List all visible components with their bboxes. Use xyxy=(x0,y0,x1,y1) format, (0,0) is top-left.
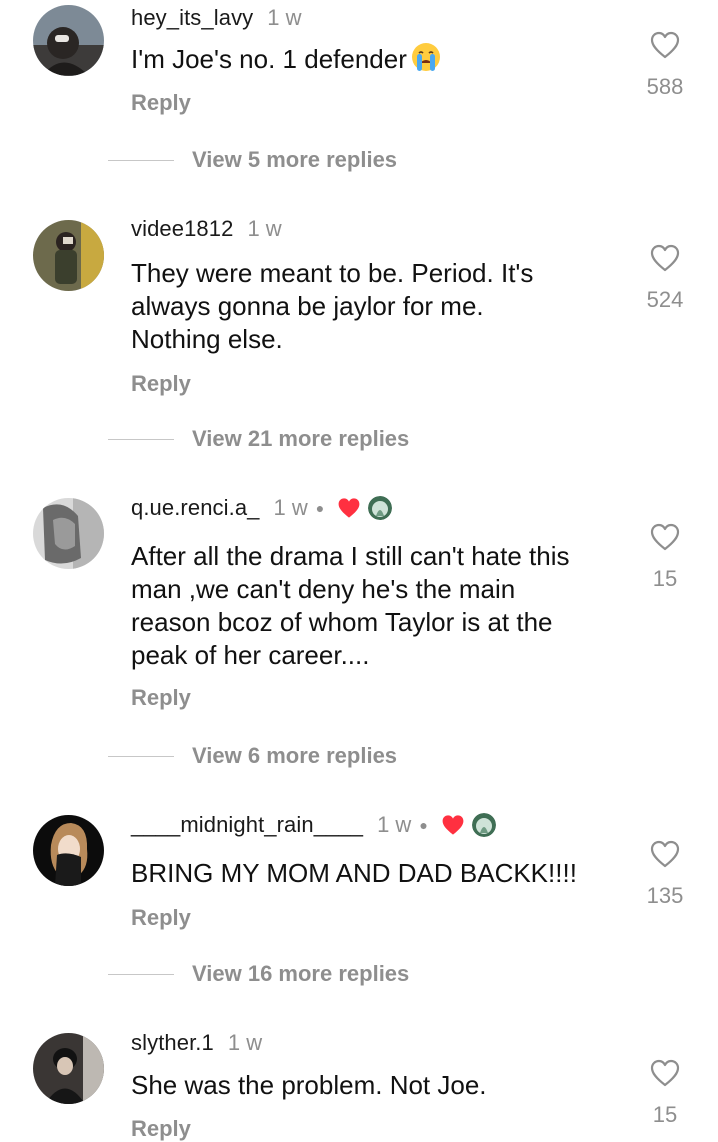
comment-text: After all the drama I still can't hate t… xyxy=(131,541,570,670)
avatar[interactable] xyxy=(33,498,104,569)
divider-line xyxy=(108,973,174,975)
like-count: 135 xyxy=(646,883,684,908)
heart-outline-icon[interactable] xyxy=(640,522,690,552)
comment-timestamp: 1 w xyxy=(227,1030,263,1055)
avatar[interactable] xyxy=(33,815,104,886)
creator-avatar xyxy=(368,496,393,520)
like-count: 15 xyxy=(652,566,678,591)
like-control: 15 xyxy=(640,1058,690,1128)
like-control: 588 xyxy=(640,30,690,100)
comment-text: I'm Joe's no. 1 defender xyxy=(131,42,611,80)
comment-timestamp: 1 w xyxy=(377,812,412,837)
separator-dot: ● xyxy=(315,500,325,516)
view-more-replies-label[interactable]: View 6 more replies xyxy=(192,743,397,769)
comment-text-content: I'm Joe's no. 1 defender xyxy=(131,44,407,74)
like-control: 15 xyxy=(640,522,690,592)
divider-line xyxy=(108,159,174,161)
heart-outline-icon[interactable] xyxy=(640,839,690,869)
comment-username[interactable]: hey_its_lavy xyxy=(131,5,253,31)
separator-dot: ● xyxy=(419,817,428,833)
comment-text: BRING MY MOM AND DAD BACKK!!!! xyxy=(131,858,577,888)
comment-text: They were meant to be. Period. It's alwa… xyxy=(131,258,534,354)
avatar[interactable] xyxy=(33,1033,104,1104)
divider-line xyxy=(108,755,174,757)
like-count: 524 xyxy=(646,287,684,312)
reply-button[interactable]: Reply xyxy=(131,685,191,711)
like-control: 135 xyxy=(640,839,690,909)
reply-button[interactable]: Reply xyxy=(131,371,191,397)
heart-filled-icon xyxy=(336,496,362,520)
comment-timestamp: 1 w xyxy=(267,5,302,30)
like-count: 15 xyxy=(652,1102,678,1127)
view-more-replies[interactable]: View 21 more replies xyxy=(108,424,409,454)
view-more-replies-label[interactable]: View 16 more replies xyxy=(192,961,409,987)
comment-text: She was the problem. Not Joe. xyxy=(131,1070,487,1100)
comment-timestamp: 1 w xyxy=(247,216,282,241)
view-more-replies[interactable]: View 16 more replies xyxy=(108,959,409,989)
comment-username[interactable]: q.ue.renci.a_ xyxy=(131,495,260,521)
heart-outline-icon[interactable] xyxy=(640,1058,690,1088)
heart-filled-icon xyxy=(440,813,466,837)
comment-username[interactable]: slyther.1 xyxy=(131,1030,214,1056)
reply-button[interactable]: Reply xyxy=(131,1116,191,1142)
avatar[interactable] xyxy=(33,5,104,76)
view-more-replies-label[interactable]: View 21 more replies xyxy=(192,426,409,452)
like-count: 588 xyxy=(646,74,684,99)
comment-username[interactable]: ____midnight_rain____ xyxy=(131,812,363,838)
reply-button[interactable]: Reply xyxy=(131,90,191,116)
like-control: 524 xyxy=(640,243,690,313)
comment-timestamp: 1 w xyxy=(273,495,308,520)
reply-button[interactable]: Reply xyxy=(131,905,191,931)
heart-outline-icon[interactable] xyxy=(640,243,690,273)
heart-outline-icon[interactable] xyxy=(640,30,690,60)
loudly-crying-face-icon xyxy=(411,42,441,80)
divider-line xyxy=(108,438,174,440)
view-more-replies-label[interactable]: View 5 more replies xyxy=(192,147,397,173)
comment-username[interactable]: videe1812 xyxy=(131,216,233,242)
view-more-replies[interactable]: View 5 more replies xyxy=(108,145,397,175)
avatar[interactable] xyxy=(33,220,104,291)
view-more-replies[interactable]: View 6 more replies xyxy=(108,741,397,771)
creator-avatar xyxy=(471,813,496,837)
